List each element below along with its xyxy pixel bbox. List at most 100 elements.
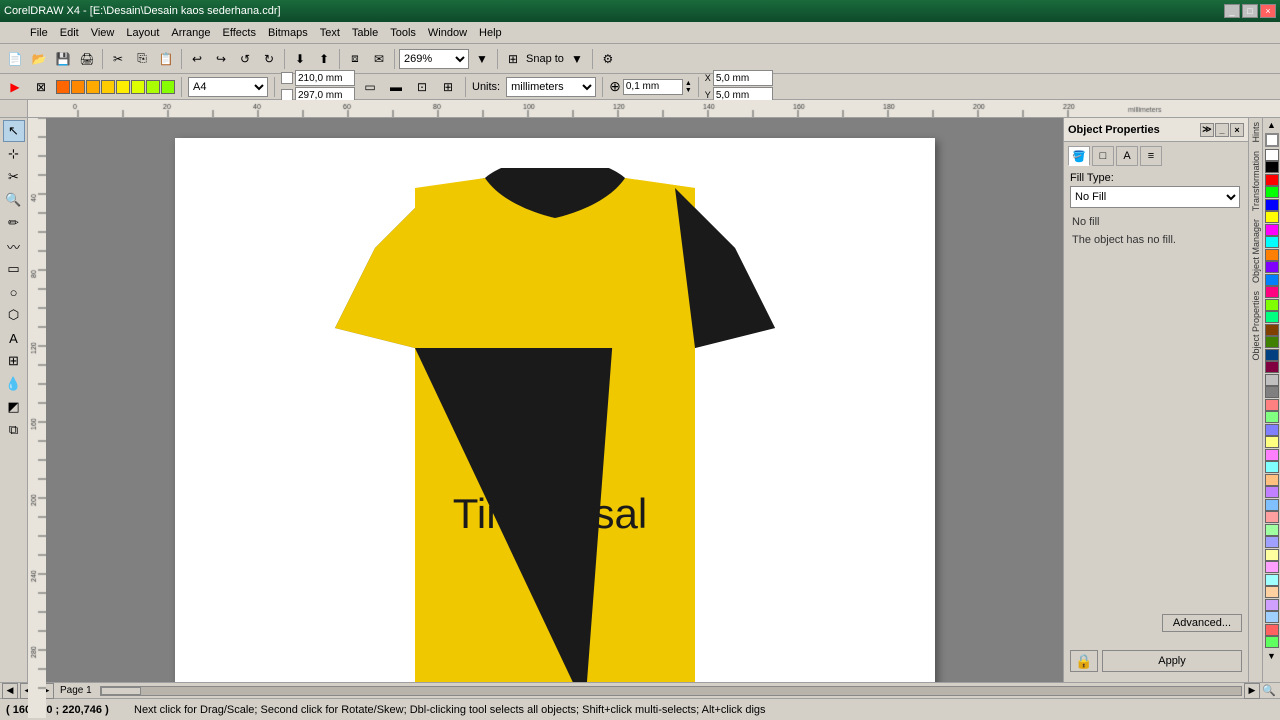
- color-swatch-14[interactable]: [1265, 324, 1279, 336]
- freehand-tool-btn[interactable]: ✏: [3, 212, 25, 234]
- scroll-right-button[interactable]: ▶: [1244, 683, 1260, 699]
- rect-tool-btn[interactable]: ▭: [3, 258, 25, 280]
- portrait-button[interactable]: ▭: [359, 76, 381, 98]
- new-button[interactable]: 📄: [4, 48, 26, 70]
- nudge-up[interactable]: ▲: [685, 80, 692, 87]
- color-swatch-10[interactable]: [1265, 274, 1279, 286]
- color-swatch-19[interactable]: [1265, 386, 1279, 398]
- color-swatch-6[interactable]: [1265, 224, 1279, 236]
- color-swatch-36[interactable]: [1265, 599, 1279, 611]
- text-tool-btn[interactable]: A: [3, 327, 25, 349]
- zoom-tool-btn[interactable]: 🔍: [3, 189, 25, 211]
- menu-help[interactable]: Help: [473, 25, 508, 41]
- eyedropper-btn[interactable]: 💧: [3, 373, 25, 395]
- redo-arrow-button[interactable]: ↻: [258, 48, 280, 70]
- swatch4[interactable]: [101, 80, 115, 94]
- swatch2[interactable]: [71, 80, 85, 94]
- color-swatch-30[interactable]: [1265, 524, 1279, 536]
- envelope-button[interactable]: ✉: [368, 48, 390, 70]
- color-swatch-37[interactable]: [1265, 611, 1279, 623]
- select-tool-btn[interactable]: ↖: [3, 120, 25, 142]
- palette-down-arrow[interactable]: ▼: [1263, 649, 1280, 663]
- menu-edit[interactable]: Edit: [54, 25, 85, 41]
- color-swatch-28[interactable]: [1265, 499, 1279, 511]
- swatch7[interactable]: [146, 80, 160, 94]
- color-swatch-33[interactable]: [1265, 561, 1279, 573]
- menu-layout[interactable]: Layout: [120, 25, 165, 41]
- layout-button[interactable]: ⊞: [437, 76, 459, 98]
- minimize-button[interactable]: _: [1224, 4, 1240, 18]
- smart-draw-btn[interactable]: 〰: [3, 235, 25, 257]
- export-button[interactable]: ⬆: [313, 48, 335, 70]
- zoom-dropdown-button[interactable]: ▼: [471, 48, 493, 70]
- tshirt-container[interactable]: 11 Tim Futsal: [315, 168, 795, 682]
- options-button[interactable]: ⚙: [597, 48, 619, 70]
- fill-tab[interactable]: 🪣: [1068, 146, 1090, 166]
- color-swatch-25[interactable]: [1265, 461, 1279, 473]
- transform-button[interactable]: ⧈: [344, 48, 366, 70]
- copy-button[interactable]: ⎘: [131, 48, 153, 70]
- apply-button[interactable]: Apply: [1102, 650, 1242, 672]
- color-swatch-35[interactable]: [1265, 586, 1279, 598]
- outline-tab[interactable]: □: [1092, 146, 1114, 166]
- zoom-out-icon[interactable]: 🔍: [1260, 683, 1278, 699]
- width-input[interactable]: [295, 70, 355, 86]
- color-swatch-39[interactable]: [1265, 636, 1279, 648]
- menu-window[interactable]: Window: [422, 25, 473, 41]
- color-swatch-8[interactable]: [1265, 249, 1279, 261]
- interactive-btn[interactable]: ⧉: [3, 419, 25, 441]
- advanced-button[interactable]: Advanced...: [1162, 614, 1242, 632]
- color-swatch-27[interactable]: [1265, 486, 1279, 498]
- swatch5[interactable]: [116, 80, 130, 94]
- color-swatch-24[interactable]: [1265, 449, 1279, 461]
- print-button[interactable]: 🖨: [76, 48, 98, 70]
- paste-button[interactable]: 📋: [155, 48, 177, 70]
- color-swatch-15[interactable]: [1265, 336, 1279, 348]
- color-swatch-32[interactable]: [1265, 549, 1279, 561]
- lock-button[interactable]: 🔒: [1070, 650, 1098, 672]
- color-swatch-34[interactable]: [1265, 574, 1279, 586]
- color-swatch-4[interactable]: [1265, 199, 1279, 211]
- open-button[interactable]: 📂: [28, 48, 50, 70]
- no-color-swatch[interactable]: [1265, 133, 1279, 147]
- close-button[interactable]: ×: [1260, 4, 1276, 18]
- panel-minimize-button[interactable]: _: [1215, 123, 1229, 137]
- crop-tool-btn[interactable]: ✂: [3, 166, 25, 188]
- color-swatch-21[interactable]: [1265, 411, 1279, 423]
- fill-type-select[interactable]: No Fill Uniform Fill Fountain Fill Patte…: [1070, 186, 1240, 208]
- zoom-select[interactable]: 269% 100% 200% 400%: [399, 49, 469, 69]
- color-swatch-13[interactable]: [1265, 311, 1279, 323]
- color-swatch-1[interactable]: [1265, 161, 1279, 173]
- color-swatch-16[interactable]: [1265, 349, 1279, 361]
- color-swatch-18[interactable]: [1265, 374, 1279, 386]
- scroll-track[interactable]: [100, 686, 1242, 696]
- menu-arrange[interactable]: Arrange: [165, 25, 216, 41]
- menu-tools[interactable]: Tools: [384, 25, 422, 41]
- color-swatch-22[interactable]: [1265, 424, 1279, 436]
- landscape-button[interactable]: ▬: [385, 76, 407, 98]
- color-swatch-2[interactable]: [1265, 174, 1279, 186]
- color-swatch-17[interactable]: [1265, 361, 1279, 373]
- undo-arrow-button[interactable]: ↪: [210, 48, 232, 70]
- color-swatch-0[interactable]: [1265, 149, 1279, 161]
- color-swatch-29[interactable]: [1265, 511, 1279, 523]
- scroll-thumb[interactable]: [101, 687, 141, 695]
- polygon-tool-btn[interactable]: ⬡: [3, 304, 25, 326]
- menu-effects[interactable]: Effects: [217, 25, 262, 41]
- color-swatch-9[interactable]: [1265, 261, 1279, 273]
- character-tab[interactable]: A: [1116, 146, 1138, 166]
- units-select[interactable]: millimeters inches pixels: [506, 77, 596, 97]
- menu-table[interactable]: Table: [346, 25, 384, 41]
- nudge-down[interactable]: ▼: [685, 87, 692, 94]
- transformation-label[interactable]: Transformation: [1249, 147, 1262, 215]
- node-tool-btn[interactable]: ⊹: [3, 143, 25, 165]
- scroll-left-button[interactable]: ◀: [2, 683, 18, 699]
- menu-file[interactable]: File: [24, 25, 54, 41]
- color-swatch-26[interactable]: [1265, 474, 1279, 486]
- table-tool-btn[interactable]: ⊞: [3, 350, 25, 372]
- paragraph-tab[interactable]: ≡: [1140, 146, 1162, 166]
- stop-button[interactable]: ⊠: [30, 76, 52, 98]
- color-swatch-12[interactable]: [1265, 299, 1279, 311]
- color-swatch-20[interactable]: [1265, 399, 1279, 411]
- canvas-container[interactable]: 11 Tim Futsal: [46, 118, 1063, 682]
